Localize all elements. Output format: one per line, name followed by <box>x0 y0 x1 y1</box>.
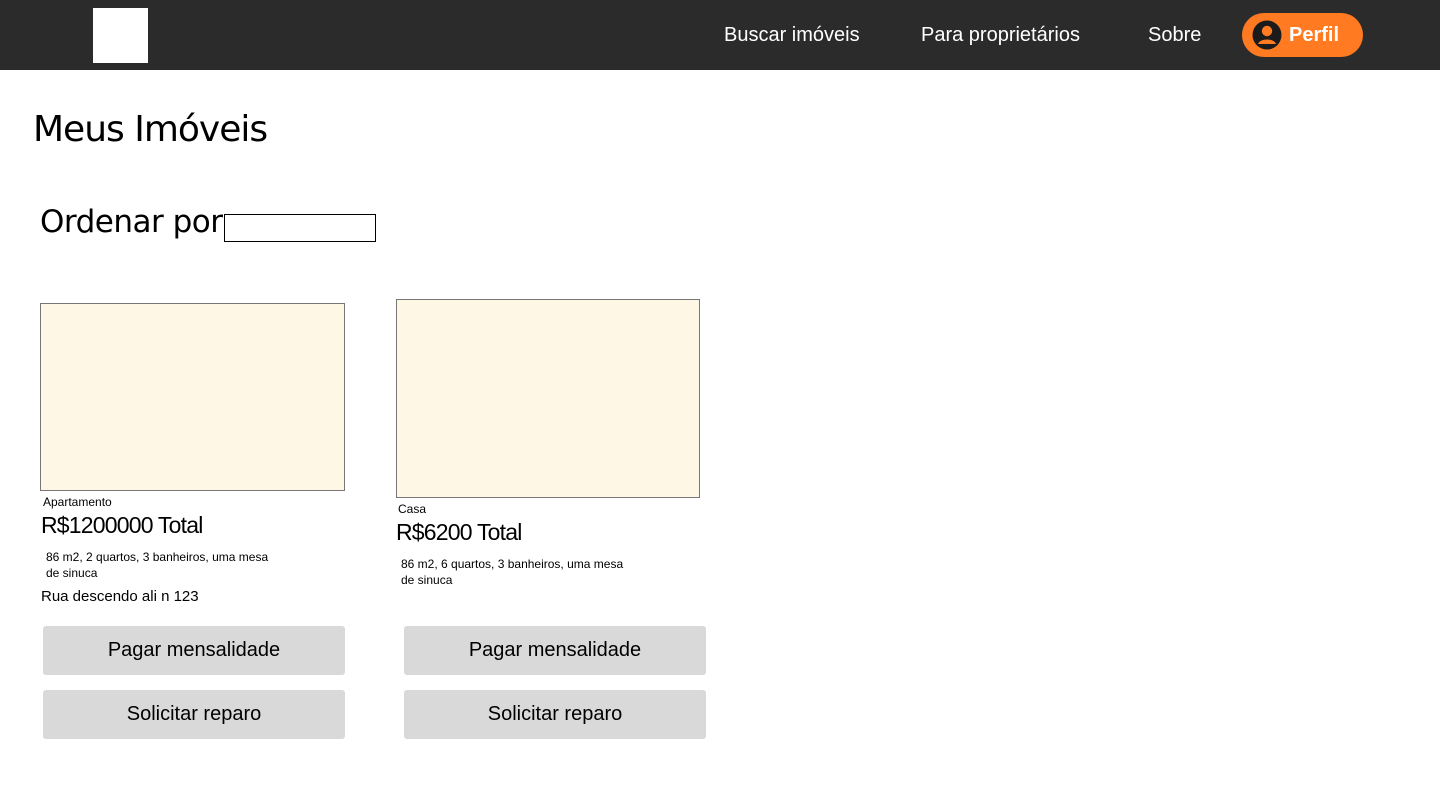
sort-select[interactable] <box>224 214 376 242</box>
property-description-line: de sinuca <box>46 566 98 580</box>
user-avatar-icon <box>1252 20 1282 50</box>
property-image[interactable] <box>396 299 700 498</box>
request-repair-button[interactable]: Solicitar reparo <box>404 690 706 739</box>
property-description: 86 m2, 6 quartos, 3 banheiros, uma mesa … <box>401 556 631 588</box>
nav-link-sobre[interactable]: Sobre <box>1148 22 1201 48</box>
request-repair-button[interactable]: Solicitar reparo <box>43 690 345 739</box>
nav-link-para-proprietarios[interactable]: Para proprietários <box>921 22 1080 48</box>
page-title: Meus Imóveis <box>33 109 268 150</box>
property-price: R$6200 Total <box>396 519 522 545</box>
property-image[interactable] <box>40 303 345 491</box>
property-price: R$1200000 Total <box>41 512 203 538</box>
nav-link-buscar-imoveis[interactable]: Buscar imóveis <box>724 22 860 48</box>
pay-monthly-button[interactable]: Pagar mensalidade <box>43 626 345 675</box>
property-description-line: 86 m2, 2 quartos, 3 banheiros, uma mesa <box>46 550 269 564</box>
pay-monthly-button[interactable]: Pagar mensalidade <box>404 626 706 675</box>
property-address: Rua descendo ali n 123 <box>41 588 199 605</box>
logo[interactable] <box>93 8 148 63</box>
sort-label: Ordenar por: <box>40 204 232 240</box>
property-description-line: 86 m2, 6 quartos, 3 banheiros, uma mesa <box>401 557 624 571</box>
property-description-line: de sinuca <box>401 573 453 587</box>
property-type: Casa <box>398 502 427 516</box>
property-type: Apartamento <box>43 495 112 509</box>
profile-button[interactable]: Perfil <box>1242 13 1363 57</box>
profile-button-label: Perfil <box>1289 24 1340 46</box>
property-description: 86 m2, 2 quartos, 3 banheiros, uma mesa … <box>46 549 276 581</box>
top-navbar: Buscar imóveis Para proprietários Sobre … <box>0 0 1440 70</box>
